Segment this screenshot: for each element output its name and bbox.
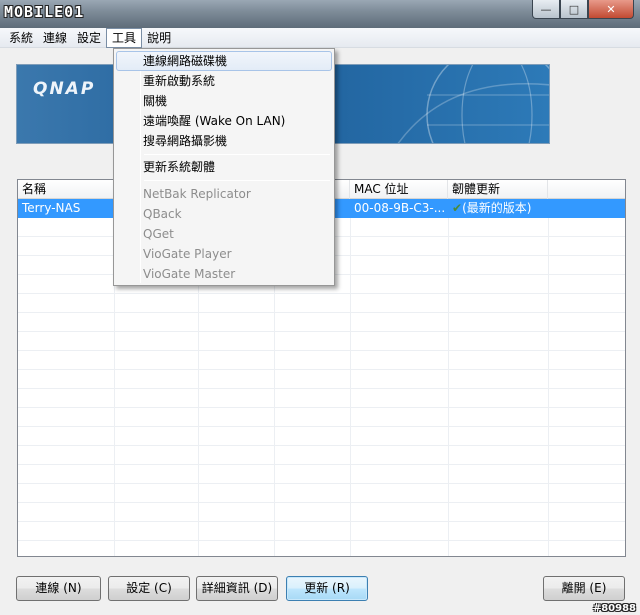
column-name[interactable]: 名稱 [18, 180, 114, 199]
title-bar: MOBILE01 — □ ✕ [0, 0, 640, 28]
cell-firmware: ✔(最新的版本) [448, 199, 548, 218]
qnap-logo: QNAP [33, 79, 96, 99]
table-row [18, 389, 625, 408]
menu-connection[interactable]: 連線 [38, 29, 72, 47]
column-mac[interactable]: MAC 位址 [350, 180, 448, 199]
settings-button[interactable]: 設定 (C) [108, 576, 190, 601]
cell-device-name: Terry-NAS [22, 201, 81, 215]
menu-item-update-firmware[interactable]: 更新系統韌體 [116, 157, 332, 177]
menu-separator [144, 180, 330, 181]
window-controls: — □ ✕ [532, 0, 634, 19]
update-button[interactable]: 更新 (R) [286, 576, 368, 601]
close-button[interactable]: ✕ [588, 0, 634, 19]
menu-item-viogate-player: VioGate Player [143, 247, 232, 261]
menu-tools[interactable]: 工具 [106, 27, 143, 48]
menu-item-netbak-replicator: NetBak Replicator [143, 187, 251, 201]
details-button[interactable]: 詳細資訊 (D) [196, 576, 278, 601]
maximize-button[interactable]: □ [560, 0, 588, 19]
table-row [18, 408, 625, 427]
menu-item-qback: QBack [143, 207, 182, 221]
table-row [18, 522, 625, 541]
menu-item-map-network-drive[interactable]: 連線網路磁碟機 [116, 51, 332, 71]
cell-mac: 00-08-9B-C3-... [354, 201, 446, 215]
menu-item-shutdown[interactable]: 關機 [116, 91, 332, 111]
menu-item-qget: QGet [143, 227, 174, 241]
menu-item-restart[interactable]: 重新啟動系統 [116, 71, 332, 91]
table-row [18, 503, 625, 522]
table-row [18, 465, 625, 484]
minimize-button[interactable]: — [532, 0, 560, 19]
table-row [18, 446, 625, 465]
table-row [18, 351, 625, 370]
minimize-icon: — [540, 2, 552, 16]
table-row [18, 370, 625, 389]
menu-item-wake-on-lan[interactable]: 遠端喚醒 (Wake On LAN) [116, 111, 332, 131]
tools-menu: 連線網路磁碟機 重新啟動系統 關機 遠端喚醒 (Wake On LAN) 搜尋網… [113, 48, 335, 286]
table-row [18, 332, 625, 351]
checkmark-icon: ✔ [452, 201, 463, 215]
close-icon: ✕ [606, 2, 616, 16]
menu-item-search-ip-camera[interactable]: 搜尋網路攝影機 [116, 131, 332, 151]
connect-button[interactable]: 連線 (N) [16, 576, 101, 601]
table-row [18, 313, 625, 332]
column-firmware[interactable]: 韌體更新 [448, 180, 548, 199]
table-row [18, 294, 625, 313]
menu-settings[interactable]: 設定 [72, 29, 106, 47]
menu-bar: 系統 連線 設定 工具 說明 [0, 27, 640, 48]
menu-item-viogate-master: VioGate Master [143, 267, 236, 281]
menu-system[interactable]: 系統 [4, 29, 38, 47]
exit-button[interactable]: 離開 (E) [543, 576, 625, 601]
table-row [18, 427, 625, 446]
watermark-logo: MOBILE01 [4, 3, 85, 21]
menu-separator [144, 154, 330, 155]
maximize-icon: □ [568, 2, 580, 16]
firmware-status: (最新的版本) [462, 201, 532, 215]
image-credit: #80988 [592, 603, 636, 614]
menu-help[interactable]: 說明 [142, 29, 176, 47]
table-row [18, 484, 625, 503]
